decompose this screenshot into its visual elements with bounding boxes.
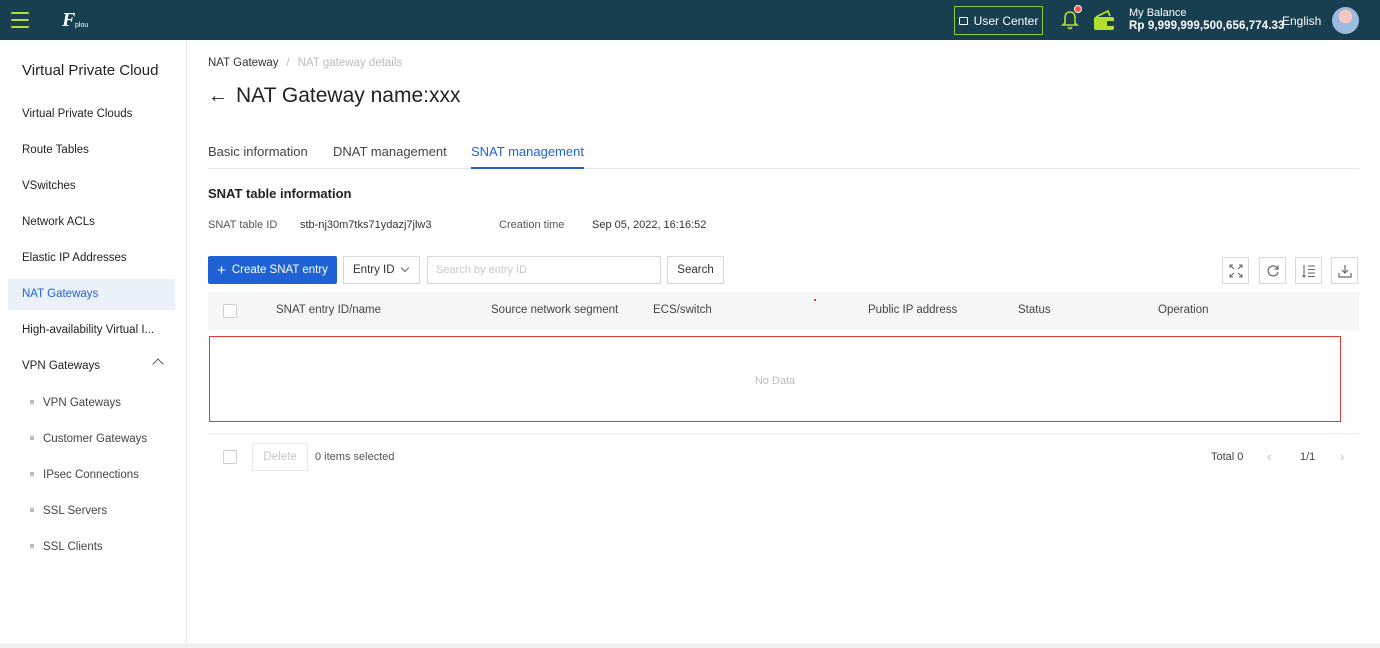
sidebar-title: Virtual Private Cloud bbox=[22, 62, 159, 79]
sidebar-item-route-tables[interactable]: Route Tables bbox=[8, 135, 175, 166]
page-indicator: 1/1 bbox=[1300, 451, 1316, 463]
divider bbox=[208, 433, 1359, 434]
language-switch[interactable]: English bbox=[1282, 14, 1321, 28]
sidebar-sub-label: SSL Clients bbox=[43, 541, 103, 553]
sidebar-item-vpn-gateways-group[interactable]: VPN Gateways bbox=[8, 351, 175, 382]
tab-basic-information[interactable]: Basic information bbox=[208, 144, 308, 169]
delete-button[interactable]: Delete bbox=[252, 443, 308, 471]
sidebar-item-havip[interactable]: High-availability Virtual I... bbox=[8, 315, 175, 346]
logo-glyph: F bbox=[62, 9, 76, 31]
sidebar-sub-ipsec-connections[interactable]: IPsec Connections bbox=[30, 465, 139, 485]
monitor-icon bbox=[958, 16, 968, 25]
wallet-icon[interactable] bbox=[1092, 9, 1116, 31]
create-snat-entry-button[interactable]: + Create SNAT entry bbox=[208, 256, 337, 284]
sidebar-sub-label: IPsec Connections bbox=[43, 469, 139, 481]
table-id-value: stb-nj30m7tks71ydazj7jlw3 bbox=[300, 219, 432, 231]
plus-icon: + bbox=[217, 261, 226, 279]
creation-time-label: Creation time bbox=[499, 219, 565, 231]
table-header: SNAT entry ID/name Source network segmen… bbox=[208, 292, 1359, 330]
total-count: Total 0 bbox=[1211, 451, 1244, 463]
back-arrow-icon[interactable]: ← bbox=[208, 85, 228, 108]
sidebar-sub-label: Customer Gateways bbox=[43, 433, 148, 445]
download-button[interactable] bbox=[1331, 257, 1358, 284]
selected-count: 0 items selected bbox=[315, 451, 395, 463]
column-header-source-segment[interactable]: Source network segment bbox=[491, 304, 618, 316]
sidebar-sub-ssl-servers[interactable]: SSL Servers bbox=[30, 501, 107, 521]
sidebar-sub-vpn-gateways[interactable]: VPN Gateways bbox=[30, 393, 121, 413]
search-input[interactable] bbox=[427, 256, 661, 284]
sidebar-item-virtual-private-clouds[interactable]: Virtual Private Clouds bbox=[8, 99, 175, 130]
no-data-text: No Data bbox=[754, 375, 796, 387]
user-center-label: User Center bbox=[973, 13, 1039, 28]
bullet-icon bbox=[30, 507, 34, 512]
sidebar-item-nat-gateways[interactable]: NAT Gateways bbox=[8, 279, 175, 310]
breadcrumb-parent[interactable]: NAT Gateway bbox=[208, 57, 279, 69]
sidebar: Virtual Private Cloud Virtual Private Cl… bbox=[0, 40, 187, 648]
sidebar-sub-label: VPN Gateways bbox=[43, 397, 121, 409]
balance-label: My Balance bbox=[1129, 7, 1187, 19]
list-settings-icon bbox=[1301, 264, 1315, 278]
footer-select-checkbox[interactable] bbox=[223, 450, 237, 464]
marker-dot bbox=[814, 299, 816, 301]
create-snat-entry-label: Create SNAT entry bbox=[231, 264, 328, 276]
sidebar-sub-customer-gateways[interactable]: Customer Gateways bbox=[30, 429, 147, 449]
top-bar: F plou User Center My Balance Rp 9,999,9… bbox=[0, 0, 1380, 40]
column-header-public-ip[interactable]: Public IP address bbox=[868, 304, 957, 316]
user-center-button[interactable]: User Center bbox=[954, 6, 1043, 35]
select-all-checkbox[interactable] bbox=[223, 304, 237, 318]
column-settings-button[interactable] bbox=[1295, 257, 1322, 284]
refresh-button[interactable] bbox=[1259, 257, 1286, 284]
logo[interactable]: F plou bbox=[62, 9, 92, 33]
column-header-status[interactable]: Status bbox=[1018, 304, 1051, 316]
tab-bar: Basic information DNAT management SNAT m… bbox=[208, 144, 1359, 169]
page-title: NAT Gateway name:xxx bbox=[236, 84, 461, 107]
section-title: SNAT table information bbox=[208, 186, 352, 201]
sidebar-sub-ssl-clients[interactable]: SSL Clients bbox=[30, 537, 103, 557]
sidebar-sub-label: SSL Servers bbox=[43, 505, 108, 517]
sidebar-item-elastic-ip[interactable]: Elastic IP Addresses bbox=[8, 243, 175, 274]
avatar[interactable] bbox=[1332, 7, 1359, 34]
sidebar-item-network-acls[interactable]: Network ACLs bbox=[8, 207, 175, 238]
expand-icon bbox=[1228, 263, 1243, 278]
refresh-icon bbox=[1267, 264, 1279, 276]
bullet-icon bbox=[30, 435, 34, 440]
bullet-icon bbox=[30, 471, 34, 476]
filter-select-value: Entry ID bbox=[353, 264, 395, 276]
bottom-strip bbox=[0, 643, 1380, 648]
bullet-icon bbox=[30, 543, 34, 548]
column-header-operation: Operation bbox=[1158, 304, 1209, 316]
page-title-row: ← NAT Gateway name:xxx bbox=[208, 84, 460, 108]
sidebar-item-vswitches[interactable]: VSwitches bbox=[8, 171, 175, 202]
logo-text: plou bbox=[75, 22, 89, 29]
next-page-icon[interactable]: › bbox=[1340, 450, 1350, 463]
notification-dot bbox=[1074, 5, 1082, 13]
column-header-ecs-switch[interactable]: ECS/switch bbox=[653, 304, 712, 316]
fullscreen-button[interactable] bbox=[1222, 257, 1249, 284]
menu-icon[interactable] bbox=[11, 12, 29, 28]
tab-snat-management[interactable]: SNAT management bbox=[471, 144, 584, 169]
breadcrumb-separator: / bbox=[286, 57, 290, 69]
table-id-label: SNAT table ID bbox=[208, 219, 278, 231]
bullet-icon bbox=[30, 399, 34, 404]
chevron-down-icon bbox=[400, 263, 410, 273]
balance-display[interactable]: My Balance Rp 9,999,999,500,656,774.33 bbox=[1129, 7, 1285, 33]
search-button[interactable]: Search bbox=[667, 256, 724, 284]
column-header-entry-id[interactable]: SNAT entry ID/name bbox=[276, 304, 381, 316]
balance-value: Rp 9,999,999,500,656,774.33 bbox=[1129, 20, 1285, 32]
download-icon bbox=[1337, 264, 1352, 278]
prev-page-icon[interactable]: ‹ bbox=[1267, 450, 1277, 463]
filter-select[interactable]: Entry ID bbox=[343, 256, 420, 284]
breadcrumb-current: NAT gateway details bbox=[297, 57, 403, 69]
empty-table-body: No Data bbox=[209, 336, 1341, 422]
breadcrumb: NAT Gateway / NAT gateway details bbox=[208, 57, 402, 69]
tab-dnat-management[interactable]: DNAT management bbox=[333, 144, 447, 169]
creation-time-value: Sep 05, 2022, 16:16:52 bbox=[592, 219, 707, 231]
